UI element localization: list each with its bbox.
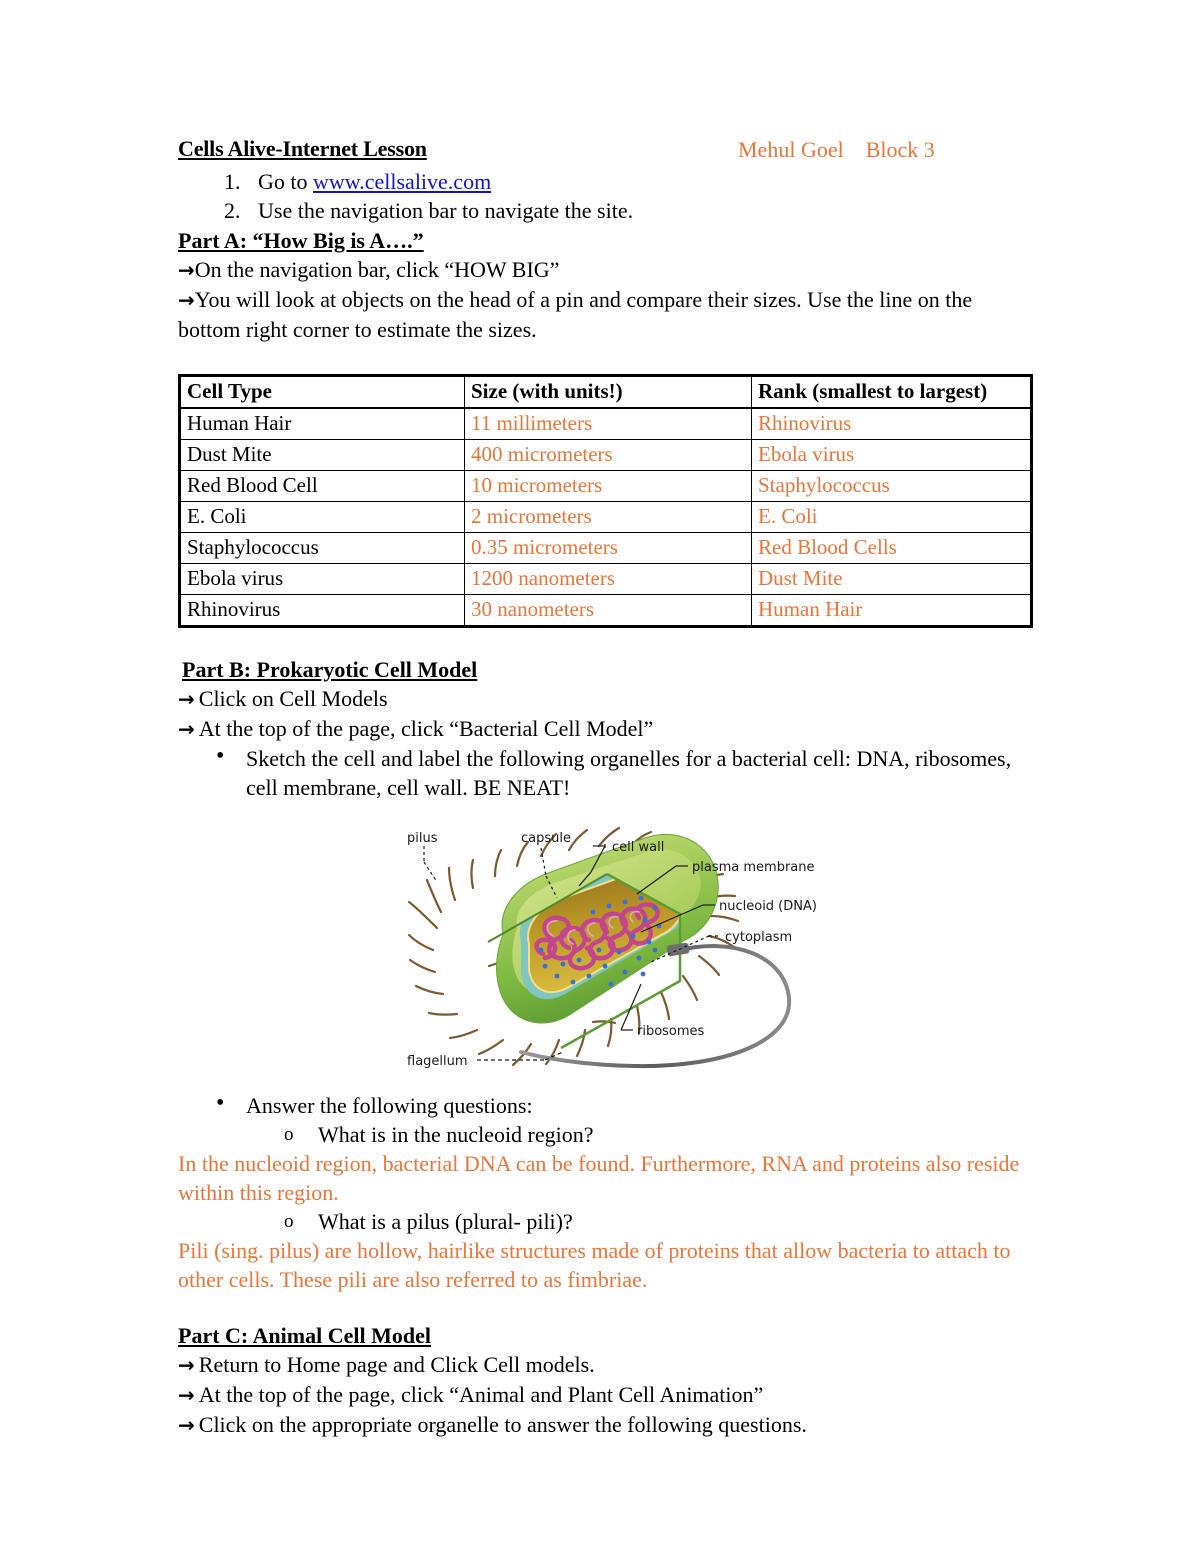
- page-title: Cells Alive-Internet Lesson: [178, 136, 427, 161]
- label-capsule: capsule: [521, 831, 571, 846]
- label-plasma-membrane: plasma membrane: [692, 860, 815, 875]
- part-a-instruction-1: →On the navigation bar, click “HOW BIG”: [178, 255, 1038, 285]
- size-value: 1200 nanometers: [464, 563, 752, 595]
- rank-value: Ebola virus: [751, 439, 1033, 471]
- question-2: What is a pilus (plural- pili)?: [178, 1207, 1038, 1236]
- part-a-instruction-2: →You will look at objects on the head of…: [178, 285, 1038, 344]
- table-row: E. Coli 2 micrometers E. Coli: [178, 501, 1033, 533]
- arrow-icon: →: [178, 687, 195, 711]
- part-a-heading: Part A: “How Big is A….”: [178, 228, 424, 253]
- rank-value: Staphylococcus: [751, 470, 1033, 502]
- instruction-text: Click on Cell Models: [198, 686, 388, 711]
- part-c-instruction-3: → Click on the appropriate organelle to a…: [178, 1410, 1038, 1440]
- part-c-heading: Part C: Animal Cell Model: [178, 1323, 431, 1348]
- list-item: Go to www.cellsalive.com: [246, 167, 1038, 196]
- cell-type-value: Ebola virus: [178, 563, 465, 595]
- step-1-prefix: Go to: [258, 169, 313, 194]
- arrow-icon: →: [178, 1383, 195, 1407]
- column-header-rank: Rank (smallest to largest): [751, 374, 1033, 409]
- size-value: 11 millimeters: [464, 407, 752, 440]
- list-item: Use the navigation bar to navigate the s…: [246, 196, 1038, 225]
- part-b-instruction-2: → At the top of the page, click “Bacteria…: [178, 714, 1038, 744]
- instruction-text: On the navigation bar, click “HOW BIG”: [194, 257, 560, 282]
- instruction-text: Return to Home page and Click Cell model…: [198, 1352, 595, 1377]
- label-ribosomes: ribosomes: [637, 1024, 705, 1039]
- table-row: Rhinovirus 30 nanometers Human Hair: [178, 594, 1033, 628]
- label-cell-wall: cell wall: [612, 840, 664, 855]
- table-row: Staphylococcus 0.35 micrometers Red Bloo…: [178, 532, 1033, 564]
- arrow-icon: →: [178, 1353, 195, 1377]
- column-header-cell-type: Cell Type: [178, 374, 465, 409]
- arrow-icon: →: [178, 717, 195, 741]
- instruction-text: At the top of the page, click “Bacterial…: [198, 716, 654, 741]
- document-page: Cells Alive-Internet Lesson Mehul Goel B…: [0, 0, 1200, 1553]
- cell-type-value: Rhinovirus: [178, 594, 465, 628]
- cell-type-value: E. Coli: [178, 501, 465, 533]
- part-c-instruction-2: → At the top of the page, click “Animal a…: [178, 1380, 1038, 1410]
- document-content: Cells Alive-Internet Lesson Mehul Goel B…: [178, 136, 1038, 1440]
- cell-size-table: Cell Type Size (with units!) Rank (small…: [178, 374, 1033, 628]
- size-value: 0.35 micrometers: [464, 532, 752, 564]
- part-b-instruction-1: → Click on Cell Models: [178, 684, 1038, 714]
- part-b-heading: Part B: Prokaryotic Cell Model: [182, 657, 478, 682]
- table-row: Dust Mite 400 micrometers Ebola virus: [178, 439, 1033, 471]
- label-flagellum: flagellum: [407, 1054, 468, 1069]
- size-value: 30 nanometers: [464, 594, 752, 628]
- document-header: Cells Alive-Internet Lesson Mehul Goel B…: [178, 136, 1038, 166]
- answer-prompt: Answer the following questions:: [178, 1089, 1038, 1120]
- arrow-icon: →: [178, 258, 195, 282]
- label-pilus: pilus: [407, 831, 438, 846]
- table-row: Ebola virus 1200 nanometers Dust Mite: [178, 563, 1033, 595]
- cell-type-value: Red Blood Cell: [178, 470, 465, 502]
- label-cytoplasm: cytoplasm: [725, 930, 792, 945]
- instruction-text: You will look at objects on the head of …: [178, 287, 973, 342]
- instruction-text: At the top of the page, click “Animal an…: [198, 1382, 764, 1407]
- cell-type-value: Dust Mite: [178, 439, 465, 471]
- answer-1: In the nucleoid region, bacterial DNA ca…: [178, 1151, 1020, 1205]
- size-value: 10 micrometers: [464, 470, 752, 502]
- answer-2: Pili (sing. pilus) are hollow, hairlike …: [178, 1238, 1011, 1292]
- student-info: Mehul Goel Block 3: [738, 137, 935, 162]
- question-1: What is in the nucleoid region?: [178, 1120, 1038, 1149]
- rank-value: Red Blood Cells: [751, 532, 1033, 564]
- part-c-instruction-1: → Return to Home page and Click Cell mode…: [178, 1350, 1038, 1380]
- column-header-size: Size (with units!): [464, 374, 752, 409]
- table-header-row: Cell Type Size (with units!) Rank (small…: [178, 374, 1033, 409]
- rank-value: Human Hair: [751, 594, 1033, 628]
- size-value: 400 micrometers: [464, 439, 752, 471]
- table-row: Human Hair 11 millimeters Rhinovirus: [178, 407, 1033, 440]
- rank-value: E. Coli: [751, 501, 1033, 533]
- cell-type-value: Staphylococcus: [178, 532, 465, 564]
- sketch-task: Sketch the cell and label the following …: [178, 742, 1038, 802]
- rank-value: Rhinovirus: [751, 407, 1033, 440]
- size-value: 2 micrometers: [464, 501, 752, 533]
- instruction-text: Click on the appropriate organelle to an…: [198, 1412, 807, 1437]
- label-nucleoid: nucleoid (DNA): [719, 899, 817, 914]
- table-row: Red Blood Cell 10 micrometers Staphyloco…: [178, 470, 1033, 502]
- cellsalive-link[interactable]: www.cellsalive.com: [313, 169, 491, 194]
- arrow-icon: →: [178, 1413, 195, 1437]
- intro-steps-list: Go to www.cellsalive.com Use the navigat…: [178, 167, 1038, 225]
- cell-type-value: Human Hair: [178, 407, 465, 440]
- bacterial-cell-diagram: pilus capsule cell wall plasma membrane …: [393, 816, 863, 1081]
- rank-value: Dust Mite: [751, 563, 1033, 595]
- arrow-icon: →: [178, 288, 195, 312]
